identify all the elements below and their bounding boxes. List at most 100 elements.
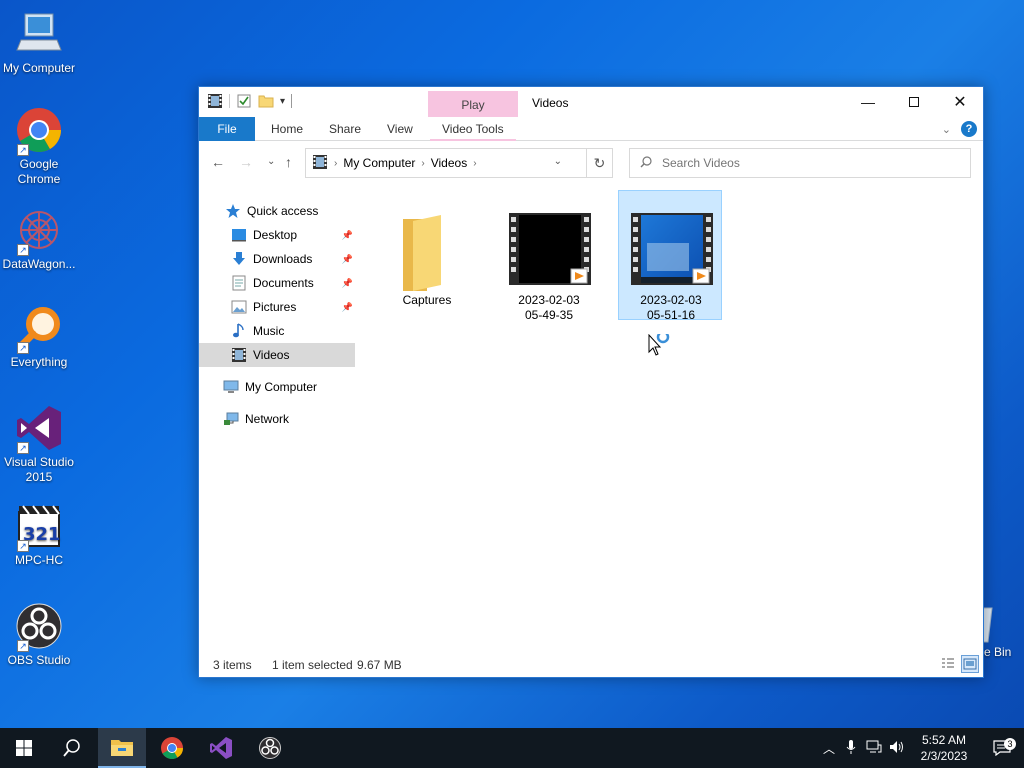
tab-home[interactable]: Home <box>259 117 315 141</box>
search-magnifier-icon: ↗ <box>15 304 63 354</box>
breadcrumb-separator-icon[interactable]: › <box>421 158 424 169</box>
breadcrumb-separator-icon[interactable]: › <box>473 158 476 169</box>
file-item-captures[interactable]: Captures <box>375 191 479 321</box>
music-note-icon <box>231 323 247 339</box>
file-list[interactable]: Captures 2023-02-03 05-49-35 2023-02-03 … <box>369 183 979 653</box>
breadcrumb-separator-icon[interactable]: › <box>334 158 337 169</box>
help-icon[interactable]: ? <box>961 121 977 137</box>
volume-icon[interactable] <box>886 740 908 757</box>
nav-documents[interactable]: Documents 📌 <box>199 271 355 295</box>
taskbar-obs[interactable] <box>246 728 294 768</box>
status-size: 9.67 MB <box>357 658 402 672</box>
pin-icon[interactable]: 📌 <box>342 302 353 313</box>
desktop-icon-my-computer[interactable]: My Computer <box>0 10 78 76</box>
taskbar-file-explorer[interactable] <box>98 728 146 768</box>
details-view-button[interactable] <box>939 655 957 673</box>
tab-share[interactable]: Share <box>317 117 373 141</box>
chrome-icon <box>161 737 183 759</box>
close-button[interactable]: ✕ <box>937 87 983 117</box>
shortcut-arrow-icon: ↗ <box>17 144 29 156</box>
file-item-video-1[interactable]: 2023-02-03 05-49-35 <box>497 191 601 322</box>
search-input[interactable] <box>662 156 942 170</box>
refresh-icon: ↻ <box>593 155 606 171</box>
title-bar[interactable]: ▾ Play Videos — ✕ <box>199 87 983 117</box>
close-icon: ✕ <box>953 94 967 111</box>
quick-access-toolbar: ▾ <box>207 93 293 109</box>
tab-video-tools[interactable]: Video Tools <box>430 117 516 141</box>
nav-pictures[interactable]: Pictures 📌 <box>199 295 355 319</box>
address-dropdown-icon[interactable]: ⌄ <box>554 156 562 167</box>
computer-icon <box>15 10 63 58</box>
microphone-icon[interactable] <box>840 739 862 758</box>
forward-button[interactable]: → <box>239 154 253 170</box>
chrome-icon: ↗ <box>15 106 63 156</box>
up-button[interactable]: ↑ <box>285 154 292 170</box>
recent-locations-chevron-icon[interactable]: ⌄ <box>267 156 275 167</box>
mpc-hc-icon: 321 ↗ <box>15 502 63 552</box>
taskbar-chrome[interactable] <box>148 728 196 768</box>
large-icons-view-button[interactable] <box>961 655 979 673</box>
desktop-icon-everything[interactable]: ↗ Everything <box>0 304 78 370</box>
show-hidden-icons-chevron-icon[interactable]: ︿ <box>818 740 840 757</box>
properties-icon[interactable] <box>236 93 252 109</box>
taskbar-visual-studio[interactable] <box>197 728 245 768</box>
file-name: Captures <box>402 293 452 307</box>
shortcut-arrow-icon: ↗ <box>17 342 29 354</box>
pin-icon[interactable]: 📌 <box>342 230 353 241</box>
pin-icon[interactable]: 📌 <box>342 278 353 289</box>
address-bar[interactable]: › My Computer › Videos › ⌄ <box>305 148 587 178</box>
video-thumbnail-icon <box>631 213 713 285</box>
new-folder-icon[interactable] <box>258 93 274 109</box>
expand-ribbon-chevron-icon[interactable]: ⌄ <box>942 123 951 136</box>
action-center-button[interactable]: 3 <box>980 738 1024 756</box>
desktop-icon-visual-studio[interactable]: ↗ Visual Studio 2015 <box>0 404 78 485</box>
pin-icon[interactable]: 📌 <box>342 254 353 265</box>
status-item-count: 3 items <box>213 658 252 672</box>
search-icon <box>640 155 652 171</box>
desktop-icon-chrome[interactable]: ↗ Google Chrome <box>0 106 78 187</box>
tab-file[interactable]: File <box>199 117 255 141</box>
explorer-window[interactable]: ▾ Play Videos — ✕ File Home Share View V… <box>198 86 984 678</box>
breadcrumb-videos[interactable]: Videos <box>431 156 467 170</box>
back-button[interactable]: ← <box>211 154 225 170</box>
desktop-icon-obs[interactable]: ↗ OBS Studio <box>0 602 78 668</box>
taskbar-clock[interactable]: 5:52 AM 2/3/2023 <box>908 732 980 764</box>
maximize-button[interactable] <box>891 87 937 117</box>
nav-quick-access[interactable]: Quick access <box>199 199 355 223</box>
customize-toolbar-chevron-icon[interactable]: ▾ <box>280 96 285 107</box>
large-icons-view-icon <box>963 658 977 670</box>
file-item-video-2[interactable]: 2023-02-03 05-51-16 <box>618 190 722 322</box>
ribbon-tabs: File Home Share View Video Tools ⌄ ? <box>199 117 983 141</box>
nav-videos[interactable]: Videos <box>199 343 355 367</box>
shortcut-arrow-icon: ↗ <box>17 540 29 552</box>
video-folder-icon <box>207 93 223 109</box>
computer-icon <box>223 379 239 395</box>
shortcut-arrow-icon: ↗ <box>17 640 29 652</box>
nav-downloads[interactable]: Downloads 📌 <box>199 247 355 271</box>
nav-desktop[interactable]: Desktop 📌 <box>199 223 355 247</box>
contextual-tab-play: Play <box>428 91 518 117</box>
minimize-button[interactable]: — <box>845 87 891 117</box>
datawagon-icon: ↗ <box>15 206 63 256</box>
desktop-icon-datawagon[interactable]: ↗ DataWagon... <box>0 206 78 272</box>
video-folder-icon <box>312 154 328 173</box>
refresh-button[interactable]: ↻ <box>587 148 613 178</box>
details-view-icon <box>942 658 954 668</box>
mouse-cursor-busy-icon <box>648 330 672 359</box>
start-button[interactable] <box>0 728 48 768</box>
search-box[interactable] <box>629 148 971 178</box>
file-name: 2023-02-03 05-51-16 <box>640 293 702 322</box>
desktop-icon-mpc-hc[interactable]: 321 ↗ MPC-HC <box>0 502 78 568</box>
maximize-icon <box>909 97 919 107</box>
nav-my-computer[interactable]: My Computer <box>199 375 355 399</box>
nav-music[interactable]: Music <box>199 319 355 343</box>
start-icon <box>16 740 32 756</box>
taskbar-search-button[interactable] <box>48 728 96 768</box>
taskbar: ︿ 5:52 AM 2/3/2023 3 <box>0 728 1024 768</box>
network-icon[interactable] <box>862 740 886 757</box>
navigation-pane: Quick access Desktop 📌 Downloads 📌 Docum… <box>199 183 359 653</box>
breadcrumb-my-computer[interactable]: My Computer <box>343 156 415 170</box>
nav-network[interactable]: Network <box>199 407 355 431</box>
minimize-icon: — <box>861 94 875 110</box>
tab-view[interactable]: View <box>375 117 425 141</box>
